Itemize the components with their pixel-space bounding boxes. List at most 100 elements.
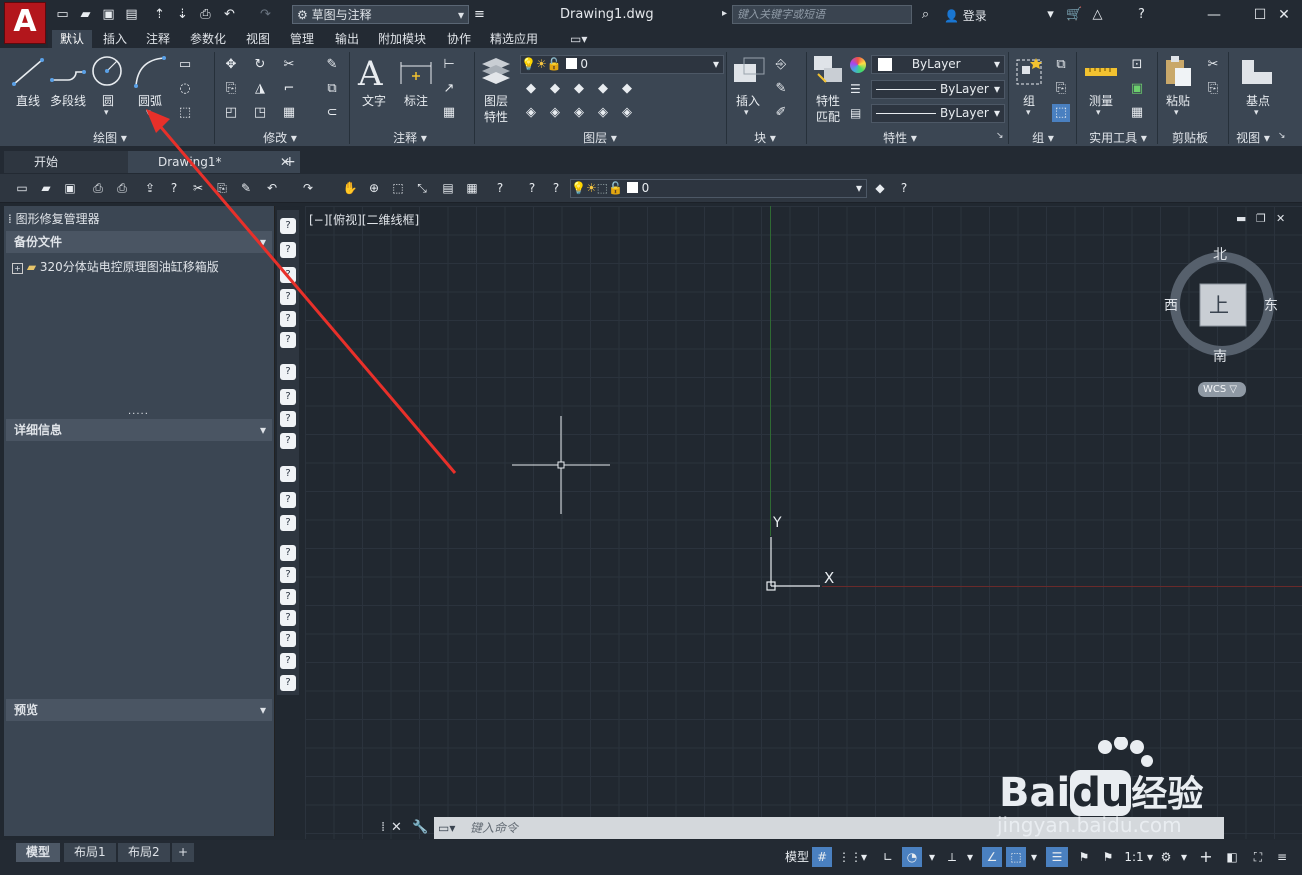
layers-panel-title[interactable]: 图层 ▾ bbox=[570, 129, 630, 145]
copy-clip-icon[interactable]: ⎘ bbox=[1204, 80, 1222, 98]
plot-icon[interactable]: ⎙ bbox=[198, 7, 213, 22]
tab-output[interactable]: 输出 bbox=[327, 30, 367, 48]
plot-preview-icon[interactable]: ⎙ bbox=[114, 180, 130, 196]
properties-panel-title[interactable]: 特性 ▾ bbox=[870, 129, 930, 145]
circle-label[interactable]: 圆 bbox=[90, 92, 126, 109]
linear-dim-icon[interactable]: ⊢ bbox=[440, 56, 458, 74]
help-tool-icon[interactable]: ? bbox=[896, 180, 912, 196]
base-label[interactable]: 基点 bbox=[1238, 92, 1278, 109]
layer-tool-icon[interactable]: ◆ bbox=[522, 80, 540, 98]
save-as-icon[interactable]: ▤ bbox=[124, 7, 139, 22]
line-label[interactable]: 直线 bbox=[8, 92, 48, 109]
undo-icon[interactable]: ↶ bbox=[222, 7, 237, 22]
layer-properties-label-1[interactable]: 图层 bbox=[478, 92, 514, 109]
customization-icon[interactable]: ≡ bbox=[1272, 847, 1292, 867]
insert-label[interactable]: 插入 bbox=[730, 92, 766, 109]
measure-label[interactable]: 测量 bbox=[1082, 92, 1120, 109]
chevron-down-icon[interactable]: ▾ bbox=[1028, 847, 1040, 867]
open-icon[interactable]: ▰ bbox=[38, 180, 54, 196]
layer-tool-icon[interactable]: ◈ bbox=[546, 104, 564, 122]
strip-tool-icon[interactable]: ? bbox=[280, 653, 296, 669]
help-tool-icon[interactable]: ? bbox=[524, 180, 540, 196]
utilities-panel-title[interactable]: 实用工具 ▾ bbox=[1078, 129, 1158, 145]
preview-header[interactable]: 预览 ▾ bbox=[6, 699, 272, 721]
text-icon[interactable]: A bbox=[358, 54, 383, 94]
block-attributes-icon[interactable]: ✐ bbox=[772, 104, 790, 122]
tab-featured-apps[interactable]: 精选应用 bbox=[482, 30, 546, 48]
hatch-icon[interactable]: ◌ bbox=[176, 80, 194, 98]
tab-default[interactable]: 默认 bbox=[52, 30, 93, 48]
expand-icon[interactable]: + bbox=[12, 263, 23, 274]
rotate-icon[interactable]: ↻ bbox=[251, 56, 269, 74]
create-block-icon[interactable]: ⎆ bbox=[772, 56, 790, 74]
layer-tool-icon[interactable]: ◈ bbox=[618, 104, 636, 122]
compass-west[interactable]: 西 bbox=[1164, 295, 1178, 315]
circle-icon[interactable] bbox=[90, 54, 126, 90]
mirror-icon[interactable]: ◮ bbox=[251, 80, 269, 98]
ribbon-toggle-icon[interactable]: ▭▾ bbox=[562, 30, 595, 48]
polar-icon[interactable]: ◔ bbox=[902, 847, 922, 867]
group-icon[interactable] bbox=[1014, 56, 1044, 88]
match-properties-icon[interactable] bbox=[812, 54, 846, 88]
rectangle-icon[interactable]: ▭ bbox=[176, 56, 194, 74]
group-edit-icon[interactable]: ⎘ bbox=[1052, 80, 1070, 98]
leader-icon[interactable]: ↗ bbox=[440, 80, 458, 98]
layout-tab-1[interactable]: 布局1 bbox=[64, 843, 116, 862]
ortho-icon[interactable]: ∟ bbox=[878, 847, 898, 867]
customize-qat-icon[interactable]: ≡ bbox=[472, 7, 487, 22]
block-panel-title[interactable]: 块 ▾ bbox=[740, 129, 790, 145]
layer-tool-icon[interactable]: ◆ bbox=[594, 80, 612, 98]
strip-tool-icon[interactable]: ? bbox=[280, 515, 296, 531]
dialog-launcher-icon[interactable]: ↘ bbox=[1278, 131, 1286, 141]
quick-select-icon[interactable]: ⊡ bbox=[1128, 56, 1146, 74]
tab-parametric[interactable]: 参数化 bbox=[182, 30, 234, 48]
chevron-down-icon[interactable]: ▾ bbox=[1174, 108, 1179, 118]
new-icon[interactable]: ▭ bbox=[14, 180, 30, 196]
view-panel-title[interactable]: 视图 ▾ bbox=[1228, 129, 1278, 145]
gear-icon[interactable]: ⚙ bbox=[1156, 847, 1176, 867]
erase-icon[interactable]: ✎ bbox=[323, 56, 341, 74]
command-grip-icon[interactable]: ⁞ bbox=[381, 820, 385, 835]
strip-tool-icon[interactable]: ? bbox=[280, 492, 296, 508]
lineweight-dropdown[interactable]: ByLayer ▾ bbox=[871, 104, 1005, 123]
layer-tool-icon[interactable]: ◈ bbox=[570, 104, 588, 122]
chevron-down-icon[interactable]: ▾ bbox=[1144, 847, 1156, 867]
workspace-select[interactable]: ⚙ 草图与注释 ▾ bbox=[292, 5, 469, 24]
chevron-down-icon[interactable]: ▾ bbox=[744, 108, 749, 118]
chevron-down-icon[interactable]: ▾ bbox=[1254, 108, 1259, 118]
layer-previous-icon[interactable]: ◆ bbox=[872, 180, 888, 196]
line-icon[interactable] bbox=[8, 54, 48, 90]
close-icon[interactable]: ✕ bbox=[1274, 5, 1294, 25]
layer-tool-icon[interactable]: ◆ bbox=[618, 80, 636, 98]
toolbar-layer-dropdown[interactable]: 💡☀⬚🔓 0 ▾ bbox=[570, 179, 867, 198]
base-view-icon[interactable] bbox=[1240, 56, 1274, 86]
save-web-icon[interactable]: ⇣ bbox=[175, 7, 190, 22]
tab-manage[interactable]: 管理 bbox=[282, 30, 322, 48]
group-label[interactable]: 组 bbox=[1012, 92, 1046, 109]
layer-tool-icon[interactable]: ◈ bbox=[522, 104, 540, 122]
layer-tool-icon[interactable]: ◆ bbox=[570, 80, 588, 98]
strip-tool-icon[interactable]: ? bbox=[280, 545, 296, 561]
help-icon[interactable]: ? bbox=[492, 180, 508, 196]
layer-tool-icon[interactable]: ◈ bbox=[594, 104, 612, 122]
tab-view[interactable]: 视图 bbox=[238, 30, 278, 48]
compass-north[interactable]: 北 bbox=[1213, 244, 1227, 264]
strip-tool-icon[interactable]: ? bbox=[280, 675, 296, 691]
cart-icon[interactable]: 🛒 bbox=[1066, 7, 1082, 22]
polyline-label[interactable]: 多段线 bbox=[46, 92, 90, 109]
plus-icon[interactable]: + bbox=[1196, 847, 1216, 867]
explode-icon[interactable]: ⧉ bbox=[323, 80, 341, 98]
cut-icon[interactable]: ✂ bbox=[1204, 56, 1222, 74]
model-space-button[interactable]: 模型 bbox=[782, 847, 812, 867]
add-layout-button[interactable]: + bbox=[172, 843, 195, 862]
binoculars-icon[interactable]: ⌕ bbox=[918, 7, 933, 22]
chevron-right-icon[interactable]: ▸ bbox=[722, 8, 727, 19]
copy-icon[interactable]: ⎘ bbox=[222, 80, 240, 98]
wcs-menu[interactable]: WCS ▽ bbox=[1198, 382, 1246, 397]
chevron-down-icon[interactable]: ▾ bbox=[1178, 847, 1190, 867]
fillet-icon[interactable]: ⌐ bbox=[280, 80, 298, 98]
grid-icon[interactable]: # bbox=[812, 847, 832, 867]
snap-icon[interactable]: ⋮⋮ bbox=[838, 847, 862, 867]
isolate-objects-icon[interactable]: ◧ bbox=[1222, 847, 1242, 867]
tab-annotate[interactable]: 注释 bbox=[138, 30, 178, 48]
